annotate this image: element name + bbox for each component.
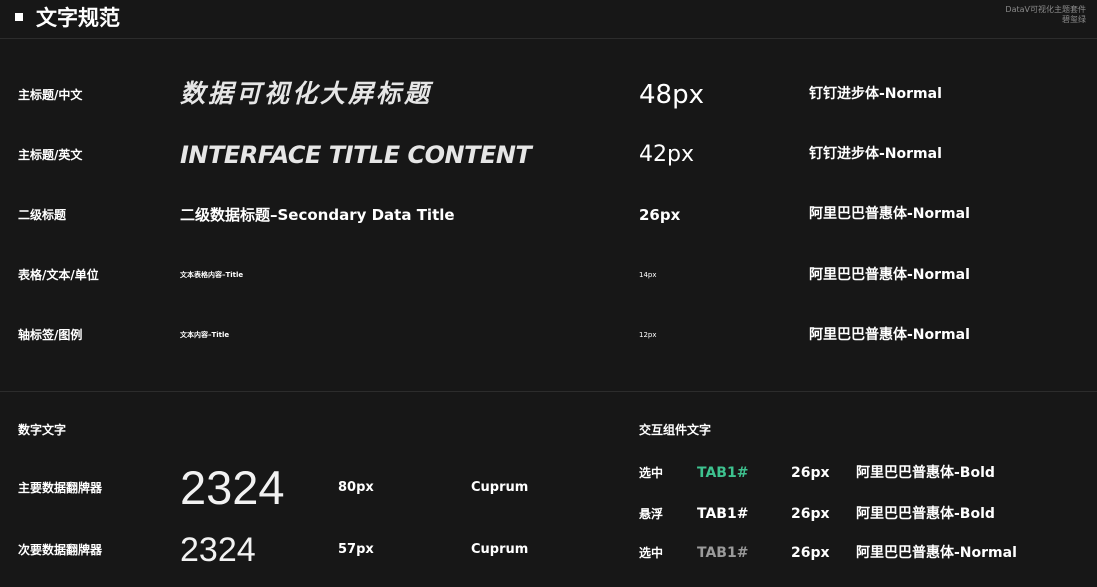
- font-name: Cuprum: [471, 542, 529, 557]
- row-label: 次要数据翻牌器: [18, 543, 103, 557]
- font-name: 阿里巴巴普惠体-Normal: [809, 206, 970, 222]
- size-value: 12px: [639, 331, 657, 339]
- row-label: 二级标题: [18, 208, 67, 222]
- size-value: 26px: [639, 206, 681, 224]
- size-value: 42px: [639, 142, 694, 167]
- state-label: 悬浮: [639, 507, 664, 521]
- section-heading: 数字文字: [18, 423, 67, 437]
- size-value: 80px: [338, 480, 374, 495]
- title-square-icon: [15, 13, 23, 21]
- tab-sample-hover[interactable]: TAB1#: [697, 505, 748, 523]
- flip-number-primary: 2324: [180, 461, 285, 514]
- font-name: 钉钉进步体-Normal: [809, 146, 942, 162]
- row-label: 表格/文本/单位: [18, 268, 99, 282]
- font-name: 钉钉进步体-Normal: [809, 86, 942, 102]
- sample-secondary-title: 二级数据标题–Secondary Data Title: [180, 206, 455, 224]
- font-name: 阿里巴巴普惠体-Bold: [856, 465, 995, 481]
- state-label: 选中: [639, 546, 664, 560]
- row-label: 轴标签/图例: [18, 328, 83, 342]
- tab-sample-selected[interactable]: TAB1#: [697, 464, 748, 482]
- section-divider: [0, 391, 1097, 392]
- tab-sample-normal[interactable]: TAB1#: [697, 544, 748, 562]
- size-value: 48px: [639, 80, 704, 110]
- row-label: 主要数据翻牌器: [18, 481, 103, 495]
- font-name: 阿里巴巴普惠体-Normal: [856, 545, 1017, 561]
- font-name: 阿里巴巴普惠体-Bold: [856, 506, 995, 522]
- size-value: 57px: [338, 542, 374, 557]
- header-divider: [0, 38, 1097, 39]
- flip-number-secondary: 2324: [180, 531, 256, 569]
- corner-caption: DataV可视化主题套件 碧玺绿: [1005, 5, 1086, 25]
- size-value: 26px: [791, 545, 830, 561]
- row-label: 主标题/英文: [18, 148, 83, 162]
- size-value: 14px: [639, 271, 657, 279]
- corner-caption-line1: DataV可视化主题套件: [1005, 5, 1086, 14]
- font-name: 阿里巴巴普惠体-Normal: [809, 327, 970, 343]
- sample-main-title-en: INTERFACE TITLE CONTENT: [180, 141, 532, 169]
- sample-main-title-cn: 数据可视化大屏标题: [180, 79, 433, 108]
- size-value: 26px: [791, 465, 830, 481]
- font-name: 阿里巴巴普惠体-Normal: [809, 267, 970, 283]
- size-value: 26px: [791, 506, 830, 522]
- sample-table-text: 文本表格内容–Title: [180, 271, 244, 279]
- corner-caption-line2: 碧玺绿: [1062, 15, 1086, 24]
- row-label: 主标题/中文: [18, 88, 83, 102]
- page-title: 文字规范: [36, 6, 120, 30]
- section-heading: 交互组件文字: [639, 423, 712, 437]
- sample-axis-label: 文本内容–Title: [180, 331, 230, 339]
- font-name: Cuprum: [471, 480, 529, 495]
- state-label: 选中: [639, 466, 664, 480]
